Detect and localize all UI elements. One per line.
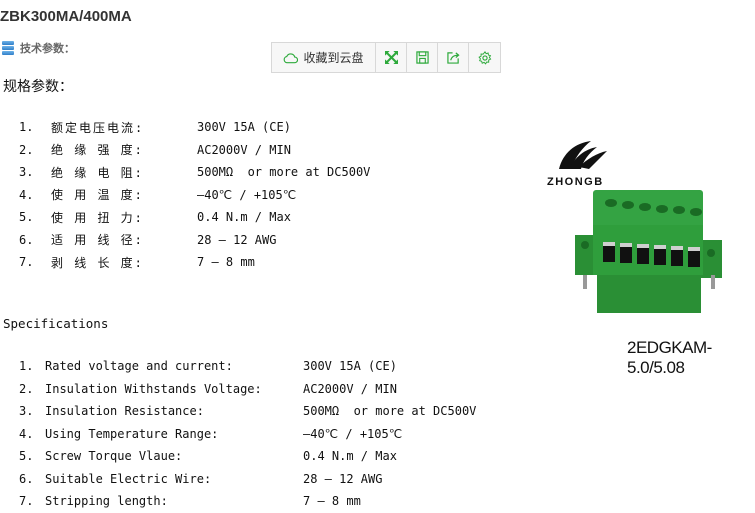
spec-label: 使 用 扭 力: bbox=[51, 210, 144, 225]
spec-row: 2. Insulation Withstands Voltage: AC2000V … bbox=[0, 378, 476, 401]
spec-label: Suitable Electric Wire: bbox=[45, 471, 212, 486]
spec-label: Screw Torque Vlaue: bbox=[45, 449, 183, 464]
section-header: 技术参数： bbox=[2, 40, 75, 56]
save-to-cloud-label: 收藏到云盘 bbox=[303, 51, 364, 65]
spec-value: 7 — 8 mm bbox=[197, 255, 255, 270]
spec-row: 2. 绝 缘 强 度: AC2000V / MIN bbox=[0, 139, 370, 162]
spec-label: Rated voltage and current: bbox=[45, 359, 233, 374]
spec-label: Insulation Withstands Voltage: bbox=[45, 381, 262, 396]
brand-logo-icon bbox=[559, 141, 607, 169]
spec-label: 绝 缘 电 阻: bbox=[51, 165, 144, 180]
spec-value: AC2000V / MIN bbox=[197, 142, 291, 157]
spec-num: 1. bbox=[19, 120, 34, 135]
spec-row: 3. Insulation Resistance: 500MΩ or more at… bbox=[0, 400, 476, 423]
chinese-specs-heading: 规格参数： bbox=[3, 79, 73, 95]
spec-row: 4. 使 用 温 度: —40℃ / +105℃ bbox=[0, 184, 370, 207]
save-icon bbox=[415, 51, 429, 64]
spec-row: 6. 适 用 线 径: 28 — 12 AWG bbox=[0, 229, 370, 252]
spec-num: 7. bbox=[19, 494, 34, 509]
share-icon bbox=[446, 52, 460, 64]
spec-row: 3. 绝 缘 电 阻: 500MΩ or more at DC500V bbox=[0, 161, 370, 184]
page-title: ZBK300MA/400MA bbox=[0, 8, 132, 25]
spec-value: 300V 15A (CE) bbox=[197, 120, 291, 135]
spec-row: 5. Screw Torque Vlaue: 0.4 N.m / Max bbox=[0, 445, 476, 468]
spec-value: 500MΩ or more at DC500V bbox=[303, 404, 477, 419]
spec-value: AC2000V / MIN bbox=[303, 381, 397, 396]
spec-value: 7 — 8 mm bbox=[303, 494, 361, 509]
spec-num: 4. bbox=[19, 187, 34, 202]
spec-num: 7. bbox=[19, 255, 34, 270]
english-specs-list: 1. Rated voltage and current: 300V 15A (CE… bbox=[0, 355, 476, 513]
spec-value: 0.4 N.m / Max bbox=[303, 449, 397, 464]
fullscreen-button[interactable] bbox=[376, 43, 407, 72]
save-button[interactable] bbox=[407, 43, 438, 72]
toolbar: 收藏到云盘 bbox=[271, 42, 501, 73]
spec-num: 6. bbox=[19, 471, 34, 486]
spec-label: 适 用 线 径: bbox=[51, 233, 144, 248]
spec-label: 剥 线 长 度: bbox=[51, 255, 144, 270]
spec-row: 7. Stripping length: 7 — 8 mm bbox=[0, 490, 476, 513]
brand-name: ZHONGB bbox=[547, 176, 604, 188]
spec-row: 5. 使 用 扭 力: 0.4 N.m / Max bbox=[0, 206, 370, 229]
spec-value: 28 — 12 AWG bbox=[303, 471, 383, 486]
section-label: 技术参数： bbox=[20, 43, 75, 55]
spec-value: 500MΩ or more at DC500V bbox=[197, 165, 371, 180]
spec-value: —40℃ / +105℃ bbox=[197, 187, 297, 202]
spec-num: 2. bbox=[19, 142, 34, 157]
spec-num: 3. bbox=[19, 165, 34, 180]
spec-label: Using Temperature Range: bbox=[45, 426, 219, 441]
spec-row: 1. Rated voltage and current: 300V 15A (CE… bbox=[0, 355, 476, 378]
spec-value: 28 — 12 AWG bbox=[197, 232, 277, 247]
spec-value: 300V 15A (CE) bbox=[303, 359, 397, 374]
settings-icon bbox=[477, 50, 491, 65]
spec-label: 额定电压电流: bbox=[51, 120, 145, 135]
spec-label: Stripping length: bbox=[45, 494, 168, 509]
database-icon bbox=[2, 40, 14, 56]
spec-num: 5. bbox=[19, 210, 34, 225]
chinese-specs-list: 1. 额定电压电流: 300V 15A (CE) 2. 绝 缘 强 度: AC2000V … bbox=[0, 116, 370, 274]
save-to-cloud-button[interactable]: 收藏到云盘 bbox=[272, 43, 376, 72]
spec-num: 5. bbox=[19, 449, 34, 464]
spec-value: —40℃ / +105℃ bbox=[303, 426, 403, 441]
terminal-block-connector bbox=[575, 190, 722, 313]
spec-value: 0.4 N.m / Max bbox=[197, 210, 291, 225]
cloud-icon bbox=[284, 52, 299, 63]
spec-label: 使 用 温 度: bbox=[51, 188, 144, 203]
share-button[interactable] bbox=[438, 43, 469, 72]
spec-label: Insulation Resistance: bbox=[45, 404, 204, 419]
spec-row: 7. 剥 线 长 度: 7 — 8 mm bbox=[0, 251, 370, 274]
english-specs-heading: Specifications bbox=[3, 316, 109, 331]
spec-num: 6. bbox=[19, 232, 34, 247]
spec-row: 6. Suitable Electric Wire: 28 — 12 AWG bbox=[0, 468, 476, 491]
spec-num: 4. bbox=[19, 426, 34, 441]
spec-num: 2. bbox=[19, 381, 34, 396]
spec-label: 绝 缘 强 度: bbox=[51, 143, 144, 158]
spec-row: 1. 额定电压电流: 300V 15A (CE) bbox=[0, 116, 370, 139]
spec-num: 1. bbox=[19, 359, 34, 374]
spec-num: 3. bbox=[19, 404, 34, 419]
spec-row: 4. Using Temperature Range: —40℃ / +105℃ bbox=[0, 423, 476, 446]
product-model-label: 2EDGKAM-5.0/5.08 bbox=[627, 338, 712, 377]
fullscreen-icon bbox=[384, 51, 398, 64]
settings-button[interactable] bbox=[469, 43, 500, 72]
